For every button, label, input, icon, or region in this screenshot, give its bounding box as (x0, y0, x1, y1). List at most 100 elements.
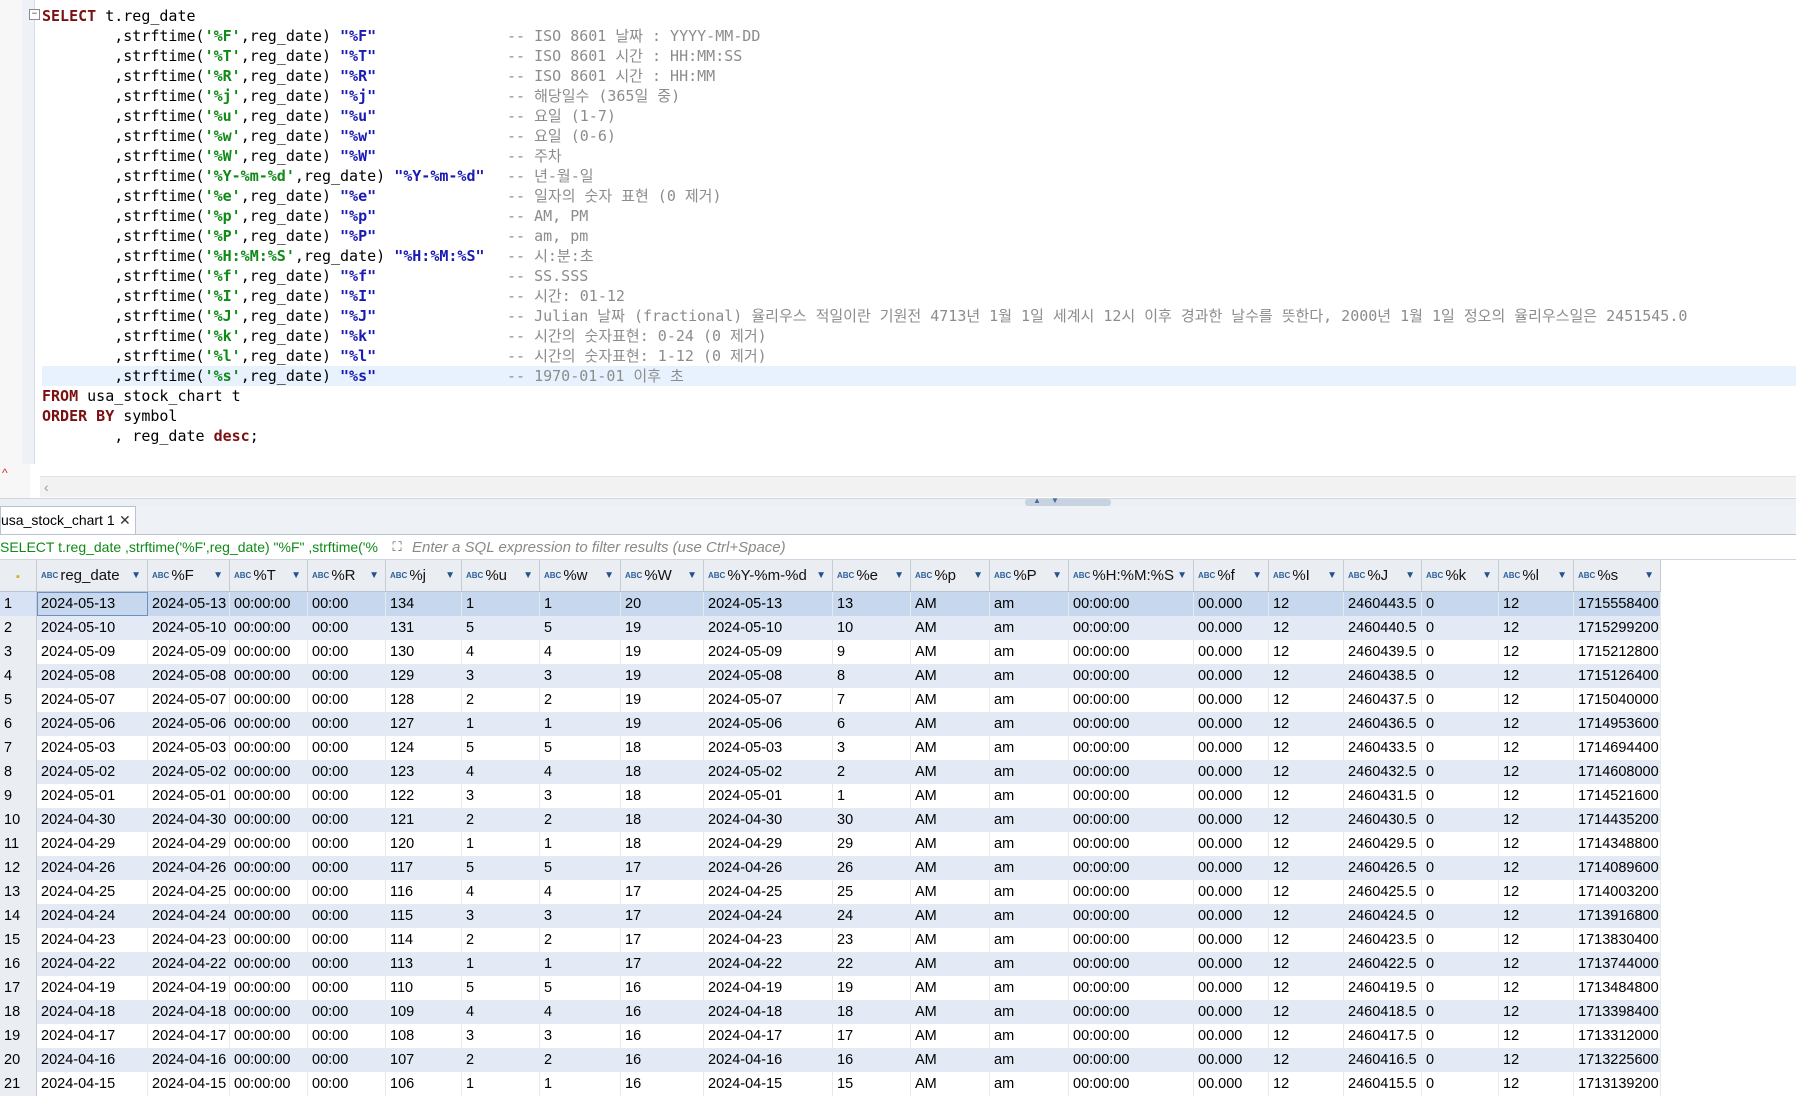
table-cell[interactable]: 0 (1421, 856, 1499, 880)
table-cell[interactable]: 12 (1268, 712, 1344, 736)
table-cell[interactable]: 0 (1421, 640, 1499, 664)
table-cell[interactable]: 4 (461, 1000, 540, 1024)
code-line[interactable]: ,strftime('%Y-%m-%d',reg_date) "%Y-%m-%d… (42, 166, 1796, 186)
row-number[interactable]: 20 (0, 1048, 37, 1072)
table-row[interactable]: 11 2024-04-29 2024-04-29 00:00:00 00:00 120 1 1… (0, 832, 1661, 856)
table-cell[interactable]: 4 (539, 640, 621, 664)
table-cell[interactable]: 2024-05-06 (703, 712, 833, 736)
table-cell[interactable]: 1715212800 (1573, 640, 1661, 664)
table-cell[interactable]: 00:00:00 (229, 1048, 308, 1072)
table-cell[interactable]: am (989, 952, 1069, 976)
table-cell[interactable]: 2460437.5 (1343, 688, 1422, 712)
code-line[interactable]: ,strftime('%P',reg_date) "%P" -- am, pm (42, 226, 1796, 246)
column-header[interactable]: ABC %e ▼ (832, 560, 911, 592)
table-cell[interactable]: am (989, 1024, 1069, 1048)
table-cell[interactable]: 00:00:00 (1068, 952, 1194, 976)
table-cell[interactable]: 2460422.5 (1343, 952, 1422, 976)
table-cell[interactable]: 2024-05-01 (36, 784, 148, 808)
table-cell[interactable]: 00:00:00 (1068, 1000, 1194, 1024)
table-cell[interactable]: 16 (620, 1072, 704, 1096)
table-cell[interactable]: 12 (1268, 952, 1344, 976)
table-cell[interactable]: 00.000 (1193, 784, 1269, 808)
table-cell[interactable]: 0 (1421, 784, 1499, 808)
sort-filter-icon[interactable]: ▼ (894, 570, 904, 581)
code-line[interactable]: ,strftime('%R',reg_date) "%R" -- ISO 8601… (42, 66, 1796, 86)
column-header[interactable]: ABC %j ▼ (385, 560, 462, 592)
table-cell[interactable]: 121 (385, 808, 462, 832)
table-cell[interactable]: 1714694400 (1573, 736, 1661, 760)
table-cell[interactable]: 12 (1268, 1072, 1344, 1096)
table-cell[interactable]: 12 (1498, 856, 1574, 880)
table-cell[interactable]: 2024-04-29 (36, 832, 148, 856)
table-cell[interactable]: 00:00:00 (1068, 688, 1194, 712)
code-line[interactable]: ORDER BY symbol (42, 406, 1796, 426)
table-cell[interactable]: 00:00:00 (1068, 832, 1194, 856)
table-cell[interactable]: 123 (385, 760, 462, 784)
column-header[interactable]: ABC %F ▼ (147, 560, 230, 592)
table-cell[interactable]: 5 (461, 616, 540, 640)
column-header[interactable]: ABC %s ▼ (1573, 560, 1661, 592)
sort-filter-icon[interactable]: ▼ (973, 570, 983, 581)
sort-filter-icon[interactable]: ▼ (604, 570, 614, 581)
table-cell[interactable]: 0 (1421, 880, 1499, 904)
table-cell[interactable]: 2024-05-10 (36, 616, 148, 640)
table-cell[interactable]: 00.000 (1193, 856, 1269, 880)
table-cell[interactable]: 106 (385, 1072, 462, 1096)
table-cell[interactable]: 12 (1268, 1000, 1344, 1024)
table-cell[interactable]: 124 (385, 736, 462, 760)
table-cell[interactable]: 2024-05-08 (703, 664, 833, 688)
table-cell[interactable]: 1714089600 (1573, 856, 1661, 880)
table-cell[interactable]: 2024-04-23 (36, 928, 148, 952)
table-cell[interactable]: 00:00:00 (1068, 1048, 1194, 1072)
table-cell[interactable]: 2024-04-15 (703, 1072, 833, 1096)
table-cell[interactable]: 2 (461, 688, 540, 712)
table-cell[interactable]: 1714435200 (1573, 808, 1661, 832)
table-cell[interactable]: 18 (620, 736, 704, 760)
code-line[interactable]: ,strftime('%f',reg_date) "%f" -- SS.SSS (42, 266, 1796, 286)
table-cell[interactable]: 17 (832, 1024, 911, 1048)
table-cell[interactable]: 00:00:00 (229, 808, 308, 832)
table-cell[interactable]: 3 (539, 904, 621, 928)
table-cell[interactable]: am (989, 808, 1069, 832)
table-cell[interactable]: 2024-04-16 (703, 1048, 833, 1072)
column-header[interactable]: ABC %l ▼ (1498, 560, 1574, 592)
table-cell[interactable]: 17 (620, 856, 704, 880)
table-cell[interactable]: 12 (1268, 640, 1344, 664)
table-cell[interactable]: 00:00 (307, 880, 386, 904)
row-number[interactable]: 17 (0, 976, 37, 1000)
table-cell[interactable]: 2024-04-25 (703, 880, 833, 904)
table-cell[interactable]: 2024-04-26 (703, 856, 833, 880)
table-cell[interactable]: AM (910, 832, 990, 856)
table-cell[interactable]: 2460424.5 (1343, 904, 1422, 928)
table-cell[interactable]: 2024-05-13 (147, 591, 230, 616)
table-cell[interactable]: 18 (832, 1000, 911, 1024)
table-cell[interactable]: 2460431.5 (1343, 784, 1422, 808)
table-cell[interactable]: 2024-04-22 (147, 952, 230, 976)
table-cell[interactable]: 00:00 (307, 616, 386, 640)
table-cell[interactable]: 12 (1498, 808, 1574, 832)
table-cell[interactable]: 00:00:00 (229, 616, 308, 640)
table-cell[interactable]: 115 (385, 904, 462, 928)
table-cell[interactable]: 1713484800 (1573, 976, 1661, 1000)
table-cell[interactable]: 5 (461, 856, 540, 880)
table-cell[interactable]: 2024-04-18 (703, 1000, 833, 1024)
table-cell[interactable]: 134 (385, 591, 462, 616)
table-cell[interactable]: 128 (385, 688, 462, 712)
row-number[interactable]: 12 (0, 856, 37, 880)
table-cell[interactable]: 2024-05-01 (703, 784, 833, 808)
table-cell[interactable]: 2024-04-23 (703, 928, 833, 952)
table-cell[interactable]: 13 (832, 591, 911, 616)
code-line[interactable]: FROM usa_stock_chart t (42, 386, 1796, 406)
code-line[interactable]: ,strftime('%e',reg_date) "%e" -- 일자의 숫자 표… (42, 186, 1796, 206)
table-cell[interactable]: 2024-04-25 (147, 880, 230, 904)
table-cell[interactable]: 2 (461, 928, 540, 952)
table-cell[interactable]: 1 (461, 591, 540, 616)
table-cell[interactable]: 2024-04-30 (147, 808, 230, 832)
table-cell[interactable]: 00:00:00 (229, 880, 308, 904)
table-cell[interactable]: 00.000 (1193, 616, 1269, 640)
table-cell[interactable]: 1 (461, 952, 540, 976)
table-cell[interactable]: 00:00:00 (1068, 880, 1194, 904)
table-cell[interactable]: 00:00:00 (229, 736, 308, 760)
table-cell[interactable]: 1 (539, 1072, 621, 1096)
table-cell[interactable]: 2024-04-18 (147, 1000, 230, 1024)
